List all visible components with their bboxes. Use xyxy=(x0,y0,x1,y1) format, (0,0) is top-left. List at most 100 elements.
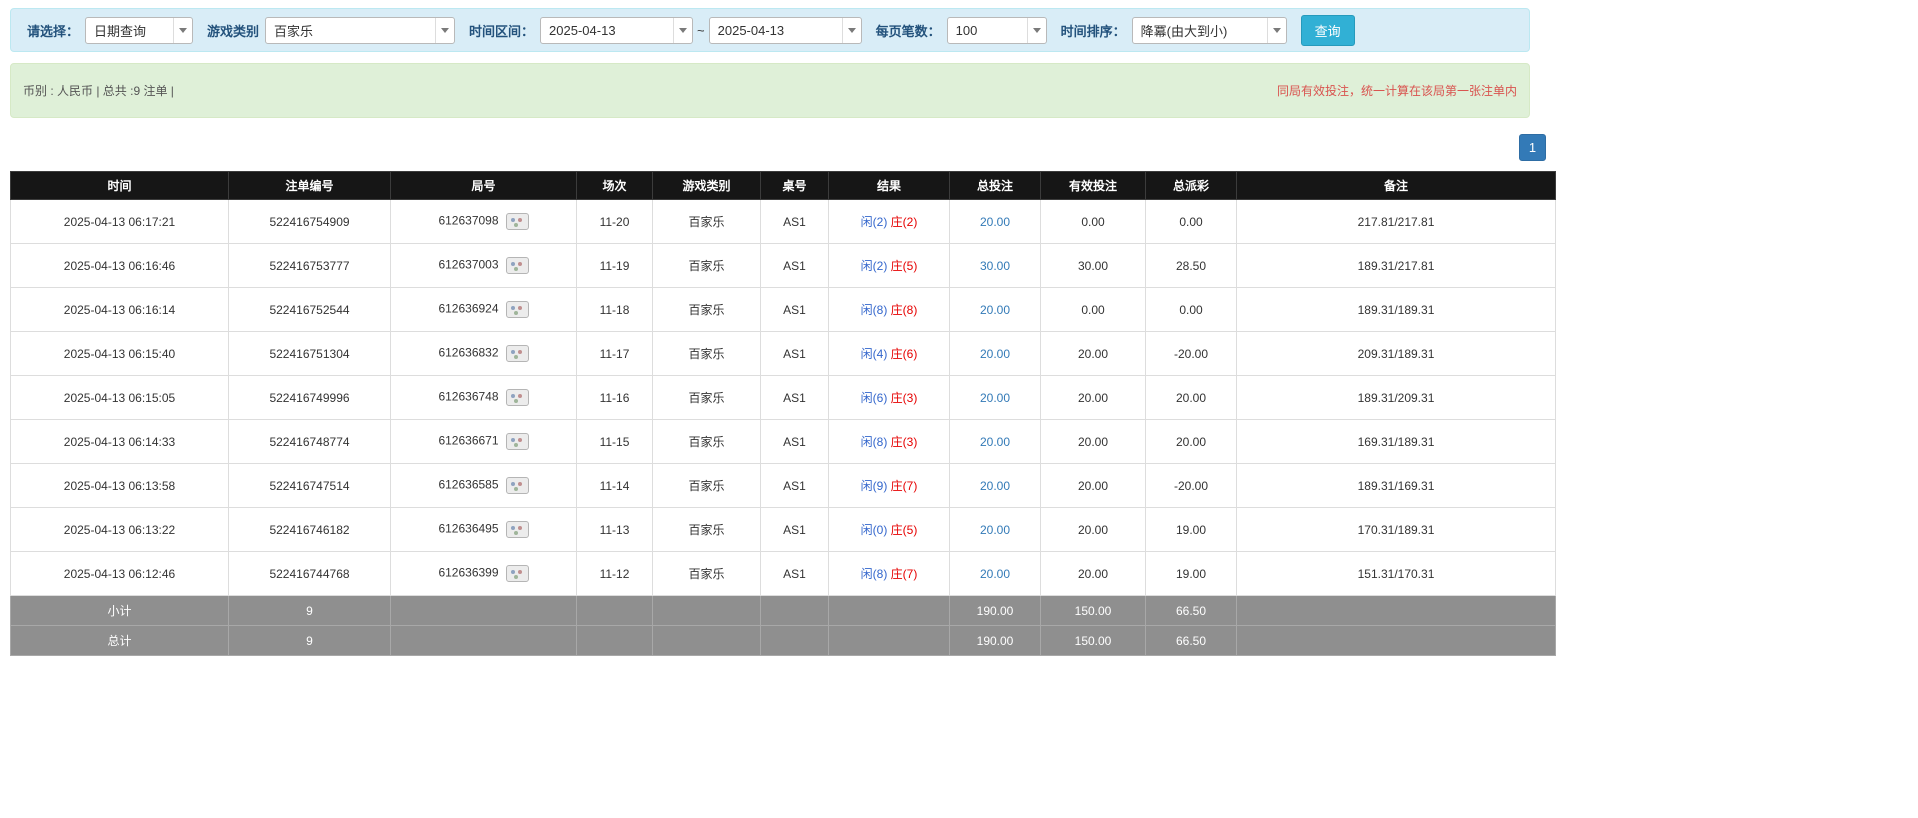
empty-cell xyxy=(1237,626,1556,656)
bet-id-cell: 522416754909 xyxy=(229,200,391,244)
time-cell: 2025-04-13 06:13:22 xyxy=(11,508,229,552)
header-cell-time: 时间 xyxy=(11,172,229,200)
total-bet-link[interactable]: 20.00 xyxy=(980,435,1010,449)
total-bet-cell: 20.00 xyxy=(950,508,1041,552)
per-page-select[interactable]: 100 xyxy=(947,17,1047,44)
table-body: 2025-04-13 06:17:21522416754909 612637098… xyxy=(11,200,1556,596)
date-to-select[interactable]: 2025-04-13 xyxy=(709,17,862,44)
page-button-1[interactable]: 1 xyxy=(1519,134,1546,161)
banker-result: 庄(5) xyxy=(891,259,918,273)
table-no-cell: AS1 xyxy=(761,508,829,552)
total-bet-link[interactable]: 20.00 xyxy=(980,391,1010,405)
roadmap-icon[interactable] xyxy=(506,521,529,538)
header-cell-total-bet: 总投注 xyxy=(950,172,1041,200)
roadmap-icon[interactable] xyxy=(506,433,529,450)
payout-cell: 0.00 xyxy=(1146,288,1237,332)
game-type-select[interactable]: 百家乐 xyxy=(265,17,455,44)
round-id-text: 612636832 xyxy=(438,346,498,360)
header-cell-round-id: 局号 xyxy=(391,172,577,200)
subtotal-valid-bet: 150.00 xyxy=(1041,596,1146,626)
date-type-select[interactable]: 日期查询 xyxy=(85,17,193,44)
result-cell: 闲(8) 庄(3) xyxy=(829,420,950,464)
sort-order-select[interactable]: 降冪(由大到小) xyxy=(1132,17,1287,44)
per-page-value: 100 xyxy=(956,23,978,38)
table-no-cell: AS1 xyxy=(761,288,829,332)
valid-bet-cell: 0.00 xyxy=(1041,288,1146,332)
date-range-separator: ~ xyxy=(697,23,705,38)
table-no-cell: AS1 xyxy=(761,464,829,508)
round-id-cell: 612636399 xyxy=(391,552,577,596)
round-id-text: 612636585 xyxy=(438,478,498,492)
bet-records-table: 时间 注单编号 局号 场次 游戏类别 桌号 结果 总投注 有效投注 总派彩 备注… xyxy=(10,171,1556,656)
round-id-text: 612636748 xyxy=(438,390,498,404)
table-no-cell: AS1 xyxy=(761,200,829,244)
time-cell: 2025-04-13 06:17:21 xyxy=(11,200,229,244)
game-type-cell: 百家乐 xyxy=(653,508,761,552)
total-bet-link[interactable]: 20.00 xyxy=(980,303,1010,317)
total-bet-cell: 20.00 xyxy=(950,420,1041,464)
bet-history-page: 请选择： 日期查询 游戏类别 百家乐 时间区间： 2025-04-13 ~ 20… xyxy=(0,0,1918,818)
roadmap-icon[interactable] xyxy=(506,345,529,362)
chevron-down-icon xyxy=(1027,18,1046,43)
session-cell: 11-17 xyxy=(577,332,653,376)
date-from-value: 2025-04-13 xyxy=(549,23,616,38)
total-bet-link[interactable]: 20.00 xyxy=(980,347,1010,361)
bet-id-cell: 522416746182 xyxy=(229,508,391,552)
valid-bet-cell: 20.00 xyxy=(1041,420,1146,464)
total-count: 9 xyxy=(229,626,391,656)
roadmap-icon[interactable] xyxy=(506,301,529,318)
player-result: 闲(2) xyxy=(861,215,888,229)
header-cell-result: 结果 xyxy=(829,172,950,200)
total-bet-link[interactable]: 20.00 xyxy=(980,523,1010,537)
remark-cell: 189.31/169.31 xyxy=(1237,464,1556,508)
game-type-cell: 百家乐 xyxy=(653,376,761,420)
valid-bet-cell: 20.00 xyxy=(1041,332,1146,376)
empty-cell xyxy=(1237,596,1556,626)
remark-cell: 217.81/217.81 xyxy=(1237,200,1556,244)
round-id-cell: 612637003 xyxy=(391,244,577,288)
roadmap-icon[interactable] xyxy=(506,389,529,406)
total-label: 总计 xyxy=(11,626,229,656)
valid-bet-cell: 20.00 xyxy=(1041,508,1146,552)
roadmap-icon[interactable] xyxy=(506,257,529,274)
header-cell-remark: 备注 xyxy=(1237,172,1556,200)
result-cell: 闲(6) 庄(3) xyxy=(829,376,950,420)
round-id-cell: 612636748 xyxy=(391,376,577,420)
table-no-cell: AS1 xyxy=(761,552,829,596)
empty-cell xyxy=(653,626,761,656)
payout-cell: -20.00 xyxy=(1146,332,1237,376)
subtotal-label: 小计 xyxy=(11,596,229,626)
player-result: 闲(8) xyxy=(861,435,888,449)
table-row: 2025-04-13 06:16:14522416752544612636924… xyxy=(11,288,1556,332)
total-bet-cell: 30.00 xyxy=(950,244,1041,288)
chevron-down-icon xyxy=(673,18,692,43)
player-result: 闲(9) xyxy=(861,479,888,493)
total-bet-link[interactable]: 20.00 xyxy=(980,215,1010,229)
query-button[interactable]: 查询 xyxy=(1301,15,1355,46)
round-id-text: 612636495 xyxy=(438,522,498,536)
player-result: 闲(8) xyxy=(861,303,888,317)
header-cell-table-no: 桌号 xyxy=(761,172,829,200)
total-bet-link[interactable]: 20.00 xyxy=(980,567,1010,581)
time-cell: 2025-04-13 06:16:14 xyxy=(11,288,229,332)
sort-order-value: 降冪(由大到小) xyxy=(1141,21,1228,40)
total-bet-cell: 20.00 xyxy=(950,376,1041,420)
total-bet-link[interactable]: 30.00 xyxy=(980,259,1010,273)
valid-bet-cell: 20.00 xyxy=(1041,552,1146,596)
remark-cell: 189.31/217.81 xyxy=(1237,244,1556,288)
date-from-select[interactable]: 2025-04-13 xyxy=(540,17,693,44)
round-id-text: 612637098 xyxy=(438,214,498,228)
total-bet-link[interactable]: 20.00 xyxy=(980,479,1010,493)
roadmap-icon[interactable] xyxy=(506,213,529,230)
banker-result: 庄(7) xyxy=(891,567,918,581)
player-result: 闲(0) xyxy=(861,523,888,537)
roadmap-icon[interactable] xyxy=(506,477,529,494)
table-row: 2025-04-13 06:16:46522416753777612637003… xyxy=(11,244,1556,288)
bet-id-cell: 522416748774 xyxy=(229,420,391,464)
session-cell: 11-15 xyxy=(577,420,653,464)
round-id-cell: 612636495 xyxy=(391,508,577,552)
roadmap-icon[interactable] xyxy=(506,565,529,582)
session-cell: 11-18 xyxy=(577,288,653,332)
filter-bar: 请选择： 日期查询 游戏类别 百家乐 时间区间： 2025-04-13 ~ 20… xyxy=(10,8,1530,52)
remark-cell: 170.31/189.31 xyxy=(1237,508,1556,552)
